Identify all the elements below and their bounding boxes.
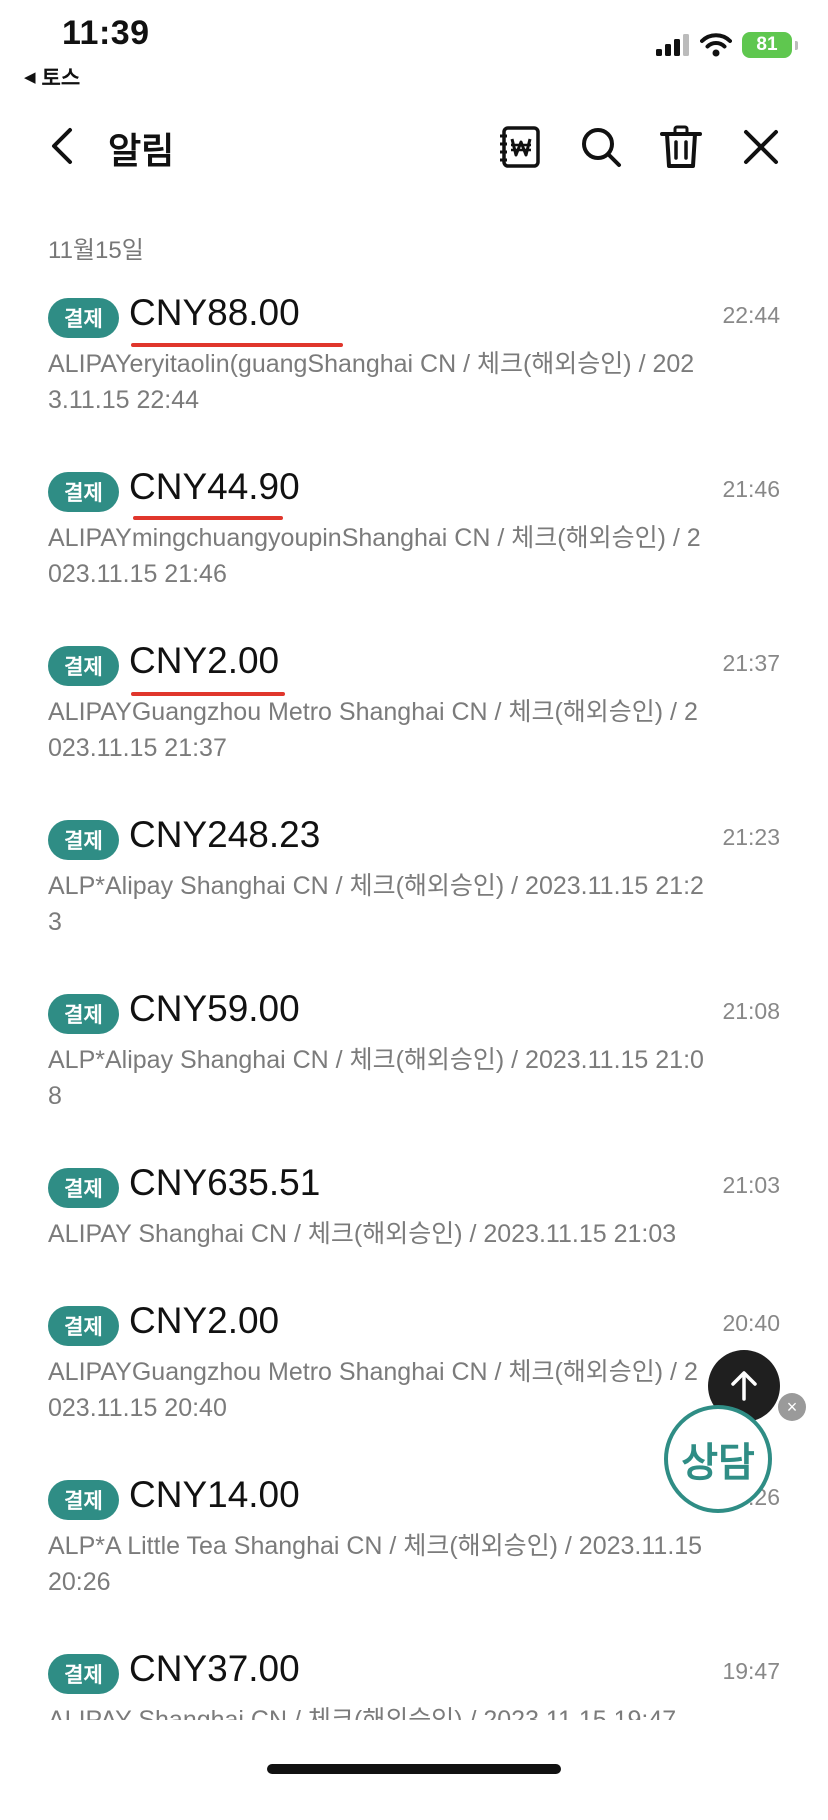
amount: CNY88.00 xyxy=(129,292,300,333)
consult-chat-button[interactable]: 상담 xyxy=(664,1405,772,1513)
status-time: 11:39 xyxy=(62,14,150,52)
payment-badge: 결제 xyxy=(48,994,119,1034)
notification-list: 결제 CNY88.00 22:44 ALIPAYeryitaolin(guang… xyxy=(0,290,828,1820)
status-icons: 81 xyxy=(656,32,798,58)
notification-time: 21:46 xyxy=(722,476,780,502)
payment-badge: 결제 xyxy=(48,646,119,686)
payment-badge: 결제 xyxy=(48,1168,119,1208)
notification-detail: ALIPAYeryitaolin(guangShanghai CN / 체크(해… xyxy=(48,350,695,414)
payment-badge: 결제 xyxy=(48,1480,119,1520)
amount: CNY59.00 xyxy=(129,988,300,1029)
notification-detail: ALIPAYGuangzhou Metro Shanghai CN / 체크(해… xyxy=(48,698,698,762)
back-chevron-icon[interactable] xyxy=(44,124,84,168)
cellular-signal-icon xyxy=(656,34,689,56)
page-title: 알림 xyxy=(108,130,175,171)
back-to-app-link[interactable]: ◀ 토스 xyxy=(24,62,80,92)
notification-detail: ALIPAY Shanghai CN / 체크(해외승인) / 2023.11.… xyxy=(48,1220,677,1248)
date-header: 11월15일 xyxy=(48,237,144,264)
payment-badge: 결제 xyxy=(48,1654,119,1694)
amount: CNY635.51 xyxy=(129,1162,321,1203)
bottom-safe-area xyxy=(0,1720,828,1792)
notification-time: 22:44 xyxy=(722,302,780,328)
payment-badge: 결제 xyxy=(48,820,119,860)
arrow-up-icon xyxy=(731,1371,757,1401)
notification-detail: ALIPAYmingchuangyoupinShanghai CN / 체크(해… xyxy=(48,524,701,588)
notification-detail: ALP*Alipay Shanghai CN / 체크(해외승인) / 2023… xyxy=(48,872,704,936)
close-icon[interactable] xyxy=(738,124,784,170)
battery-level: 81 xyxy=(756,34,778,55)
notification-item[interactable]: 결제 CNY2.00 21:37 ALIPAYGuangzhou Metro S… xyxy=(0,638,828,812)
notification-item[interactable]: 결제 CNY635.51 21:03 ALIPAY Shanghai CN / … xyxy=(0,1160,828,1298)
notification-detail: ALP*Alipay Shanghai CN / 체크(해외승인) / 2023… xyxy=(48,1046,704,1110)
notification-time: 20:40 xyxy=(722,1310,780,1336)
trash-icon[interactable] xyxy=(658,124,704,170)
status-bar: 11:39 ◀ 토스 81 xyxy=(0,0,828,100)
notification-item[interactable]: 결제 CNY59.00 21:08 ALP*Alipay Shanghai CN… xyxy=(0,986,828,1160)
battery-icon: 81 xyxy=(742,32,798,58)
notification-time: 19:47 xyxy=(722,1658,780,1684)
amount: CNY44.90 xyxy=(129,466,300,507)
notification-time: 21:08 xyxy=(722,998,780,1024)
amount: CNY2.00 xyxy=(129,640,280,681)
notification-time: 21:23 xyxy=(722,824,780,850)
amount: CNY2.00 xyxy=(129,1300,280,1341)
notification-item[interactable]: 결제 CNY248.23 21:23 ALP*Alipay Shanghai C… xyxy=(0,812,828,986)
notification-detail: ALP*A Little Tea Shanghai CN / 체크(해외승인) … xyxy=(48,1532,703,1596)
notification-item[interactable]: 결제 CNY88.00 22:44 ALIPAYeryitaolin(guang… xyxy=(0,290,828,464)
search-icon[interactable] xyxy=(578,124,624,170)
wifi-icon xyxy=(700,33,732,57)
home-indicator[interactable] xyxy=(267,1764,561,1774)
back-triangle-icon: ◀ xyxy=(24,69,36,86)
notification-item[interactable]: 결제 CNY44.90 21:46 ALIPAYmingchuangyoupin… xyxy=(0,464,828,638)
nav-bar: 알림 xyxy=(0,110,828,182)
amount: CNY248.23 xyxy=(129,814,321,855)
back-app-label: 토스 xyxy=(41,67,81,90)
notification-time: 21:37 xyxy=(722,650,780,676)
won-receipt-icon[interactable] xyxy=(498,124,544,170)
amount: CNY14.00 xyxy=(129,1474,300,1515)
notification-time: 21:03 xyxy=(722,1172,780,1198)
notification-detail: ALIPAYGuangzhou Metro Shanghai CN / 체크(해… xyxy=(48,1358,698,1422)
amount: CNY37.00 xyxy=(129,1648,300,1689)
payment-badge: 결제 xyxy=(48,298,119,338)
payment-badge: 결제 xyxy=(48,1306,119,1346)
payment-badge: 결제 xyxy=(48,472,119,512)
chat-close-button[interactable]: × xyxy=(778,1393,806,1421)
